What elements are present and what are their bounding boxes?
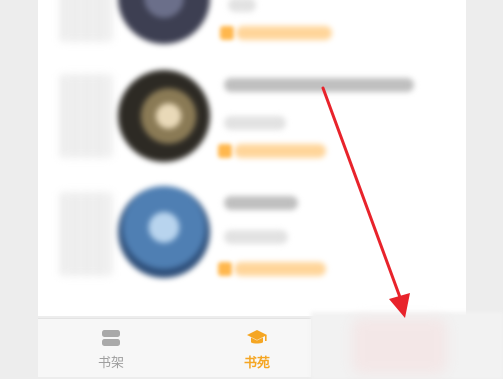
bottom-tab-bar: 书架 书苑 xyxy=(38,318,311,377)
list-item[interactable] xyxy=(38,186,466,286)
book-meta-blurred xyxy=(224,230,288,244)
book-spine-image xyxy=(60,0,112,42)
book-spine-image xyxy=(60,74,112,158)
book-tag-blurred xyxy=(234,262,326,276)
tab-shelf-label: 书架 xyxy=(97,356,124,371)
app-screen: 书架 书苑 xyxy=(0,0,503,379)
book-title-blurred xyxy=(224,196,298,210)
tag-icon xyxy=(220,26,234,40)
book-list xyxy=(38,0,466,316)
book-tag-blurred xyxy=(236,26,332,40)
list-item[interactable] xyxy=(38,0,466,48)
book-cover-image xyxy=(118,70,210,162)
book-tag-blurred xyxy=(234,144,326,158)
tab-bookstore[interactable]: 书苑 xyxy=(202,319,312,377)
book-cover-image xyxy=(118,0,210,44)
book-spine-image xyxy=(60,192,112,276)
tab-shelf[interactable]: 书架 xyxy=(56,319,166,377)
list-item[interactable] xyxy=(38,68,466,168)
graduation-cap-icon xyxy=(247,330,267,344)
stack-icon xyxy=(102,330,120,346)
blurred-tab-button[interactable] xyxy=(352,318,447,374)
tag-icon xyxy=(218,144,232,158)
book-meta-blurred xyxy=(228,0,256,12)
tag-icon xyxy=(218,262,232,276)
tab-bookstore-label: 书苑 xyxy=(243,356,270,371)
book-cover-image xyxy=(118,186,210,278)
book-meta-blurred xyxy=(224,116,286,130)
book-title-blurred xyxy=(224,78,414,92)
